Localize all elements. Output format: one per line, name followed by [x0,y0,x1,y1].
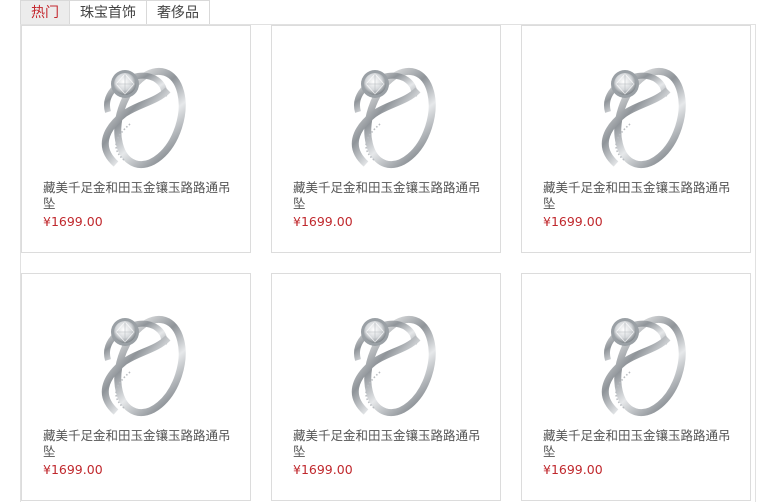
product-price: ¥1699.00 [543,462,603,477]
product-price: ¥1699.00 [293,462,353,477]
product-price: ¥1699.00 [543,214,603,229]
diamond-ring-icon [94,52,186,174]
product-title[interactable]: 藏美千足金和田玉金镶玉路路通吊坠 [543,180,733,212]
tab-luxury[interactable]: 奢侈品 [147,0,210,24]
tab-hot[interactable]: 热门 [20,0,70,24]
product-price: ¥1699.00 [293,214,353,229]
product-title[interactable]: 藏美千足金和田玉金镶玉路路通吊坠 [543,428,733,460]
tab-jewelry[interactable]: 珠宝首饰 [70,0,147,24]
product-card[interactable]: 藏美千足金和田玉金镶玉路路通吊坠 ¥1699.00 [271,25,501,253]
product-title[interactable]: 藏美千足金和田玉金镶玉路路通吊坠 [293,180,483,212]
diamond-ring-icon [94,300,186,422]
product-card[interactable]: 藏美千足金和田玉金镶玉路路通吊坠 ¥1699.00 [271,273,501,501]
product-title[interactable]: 藏美千足金和田玉金镶玉路路通吊坠 [43,180,233,212]
diamond-ring-icon [594,52,686,174]
category-tabs: 热门 珠宝首饰 奢侈品 [20,0,210,24]
product-price: ¥1699.00 [43,462,103,477]
diamond-ring-icon [344,52,436,174]
product-title[interactable]: 藏美千足金和田玉金镶玉路路通吊坠 [293,428,483,460]
product-card[interactable]: 藏美千足金和田玉金镶玉路路通吊坠 ¥1699.00 [21,273,251,501]
product-price: ¥1699.00 [43,214,103,229]
diamond-ring-icon [344,300,436,422]
product-card[interactable]: 藏美千足金和田玉金镶玉路路通吊坠 ¥1699.00 [21,25,251,253]
product-grid: 藏美千足金和田玉金镶玉路路通吊坠 ¥1699.00 藏美千足金和田玉金镶玉路路通… [20,24,756,502]
product-card[interactable]: 藏美千足金和田玉金镶玉路路通吊坠 ¥1699.00 [521,25,751,253]
product-title[interactable]: 藏美千足金和田玉金镶玉路路通吊坠 [43,428,233,460]
product-card[interactable]: 藏美千足金和田玉金镶玉路路通吊坠 ¥1699.00 [521,273,751,501]
diamond-ring-icon [594,300,686,422]
